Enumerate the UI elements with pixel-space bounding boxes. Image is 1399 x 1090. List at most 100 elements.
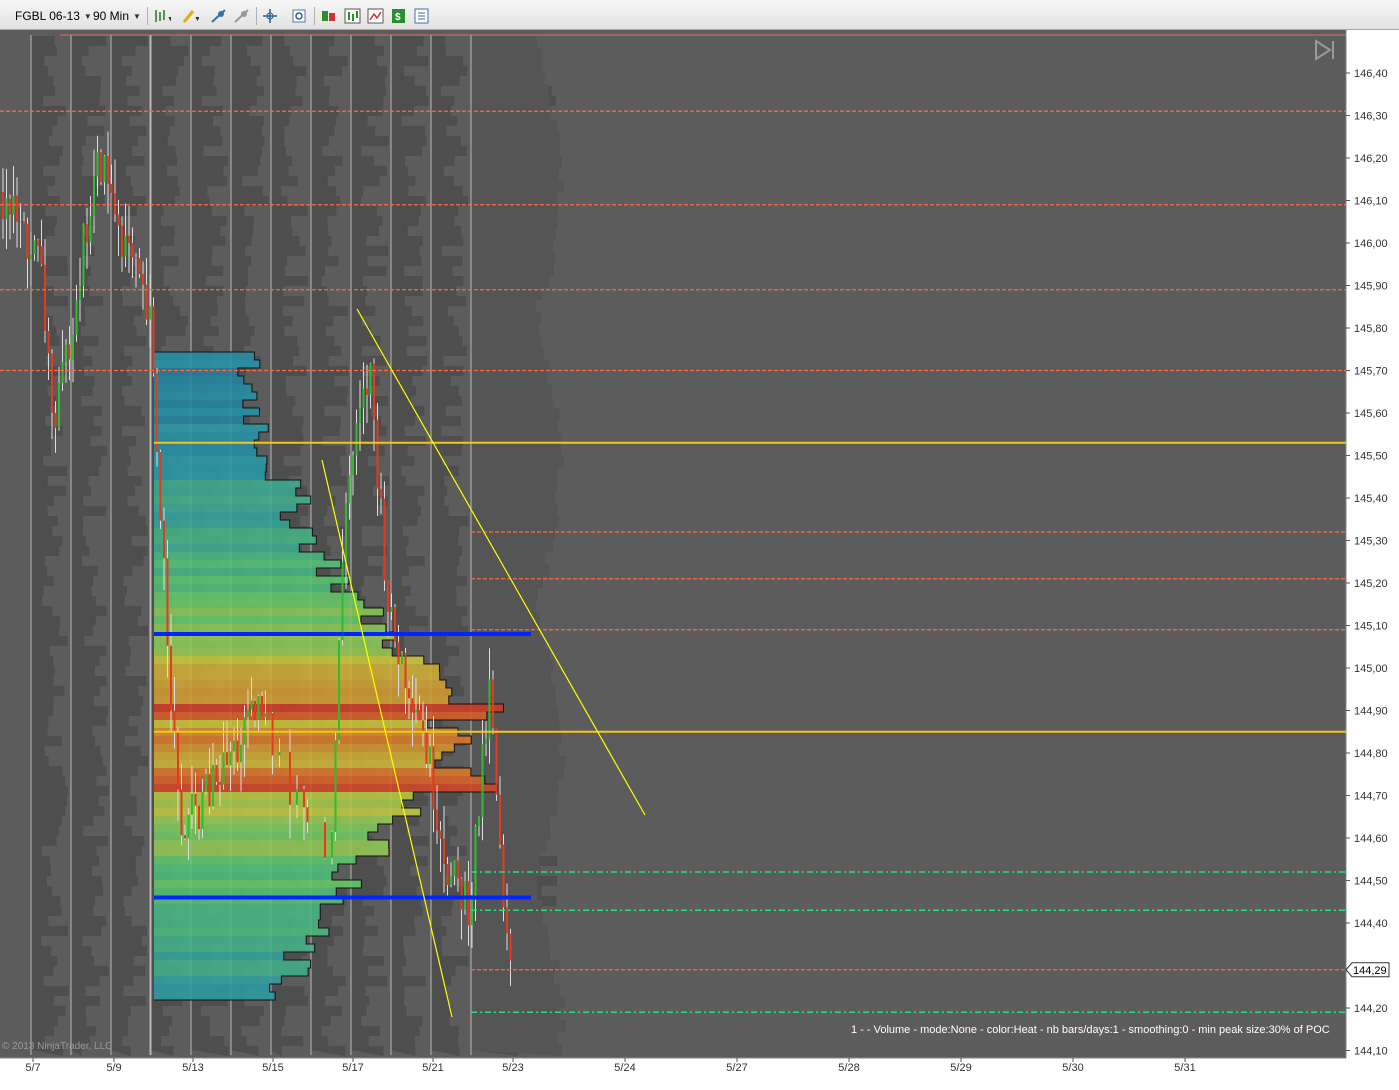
candle-body: [65, 344, 67, 363]
candle-body: [194, 793, 197, 806]
candle-body: [453, 860, 456, 877]
x-tick-label: 5/7: [25, 1062, 40, 1074]
candle-body: [250, 700, 253, 710]
candle-body: [404, 652, 407, 689]
candle-body: [306, 807, 309, 823]
x-tick-label: 5/29: [950, 1062, 971, 1074]
candle-body: [180, 789, 183, 836]
drawing-pencil-icon[interactable]: ▼: [181, 7, 199, 25]
chart-canvas[interactable]: 146,40 146,30 146,20 146,10 146,00 145,90 145,…: [0, 30, 1399, 1085]
zoom-icon[interactable]: [291, 7, 309, 25]
candle-body: [341, 561, 344, 641]
profile-row: [154, 480, 301, 488]
candle-body: [359, 407, 361, 424]
candle-body: [296, 789, 298, 805]
x-tick-label: 5/21: [422, 1062, 443, 1074]
candle-body: [30, 254, 32, 259]
y-tick-label: 144,80: [1354, 748, 1388, 760]
y-tick-label: 145,90: [1354, 281, 1388, 293]
chevron-down-icon: ▼: [83, 11, 92, 21]
candle-body: [68, 344, 71, 360]
trade-money-icon[interactable]: $: [390, 7, 408, 25]
profile-row: [154, 408, 260, 416]
profile-row: [154, 768, 471, 776]
candle-body: [264, 713, 267, 717]
profile-row: [154, 672, 440, 680]
x-tick-label: 5/17: [342, 1062, 363, 1074]
y-tick-label: 146,00: [1354, 238, 1388, 250]
profile-row: [154, 752, 442, 760]
price-chart[interactable]: 146,40 146,30 146,20 146,10 146,00 145,90 145,…: [0, 30, 1399, 1085]
candle-body: [415, 710, 417, 713]
x-tick-label: 5/27: [726, 1062, 747, 1074]
profile-row: [154, 352, 255, 360]
candle-body: [485, 739, 487, 745]
profile-row: [154, 696, 449, 704]
candle-body: [61, 362, 64, 383]
candle-body: [334, 740, 337, 832]
candle-body: [9, 198, 11, 215]
last-price-label: 144,29: [1353, 965, 1387, 977]
crosshair-icon[interactable]: ▼: [262, 7, 280, 25]
candle-body: [215, 765, 218, 782]
profile-row: [154, 360, 260, 368]
y-tick-label: 144,40: [1354, 918, 1388, 930]
interval-label: 90 Min: [93, 9, 130, 23]
profile-row: [154, 712, 487, 720]
profile-row: [154, 536, 317, 544]
candle-body: [257, 696, 260, 721]
profile-row: [154, 504, 297, 512]
interval-selector[interactable]: 90 Min ▼: [93, 7, 141, 25]
candle-body: [457, 860, 459, 879]
candle-body: [345, 503, 347, 562]
profile-row: [154, 704, 504, 712]
candle-body: [478, 816, 480, 827]
profile-row: [154, 656, 424, 664]
y-tick-label: 145,60: [1354, 408, 1388, 420]
profile-row: [154, 488, 296, 496]
candle-body: [254, 700, 256, 721]
candle-body: [135, 257, 137, 259]
candle-body: [229, 751, 232, 766]
profile-row: [154, 968, 309, 976]
candle-body: [247, 709, 249, 718]
candle-body: [464, 881, 466, 910]
profile-row: [154, 608, 384, 616]
profile-row: [154, 472, 266, 480]
instrument-selector[interactable]: FGBL 06-13 ▼: [15, 7, 92, 25]
profile-row: [154, 528, 313, 536]
candle-body: [338, 640, 340, 741]
properties-icon[interactable]: [413, 7, 431, 25]
candle-body: [390, 607, 393, 612]
snap-on-icon[interactable]: [210, 7, 228, 25]
candle-body: [72, 334, 74, 360]
candle-body: [271, 713, 274, 756]
strategies-icon[interactable]: [320, 7, 338, 25]
candle-body: [352, 455, 354, 476]
indicators-icon[interactable]: [344, 7, 362, 25]
bar-type-icon[interactable]: ▼: [153, 7, 171, 25]
candle-body: [429, 746, 431, 765]
chart-style-icon[interactable]: [367, 7, 385, 25]
y-tick-label: 146,40: [1354, 68, 1388, 80]
candle-body: [124, 235, 127, 257]
y-tick-label: 144,60: [1354, 833, 1388, 845]
profile-row: [154, 568, 317, 576]
snap-off-icon[interactable]: [233, 7, 251, 25]
y-tick-label: 145,70: [1354, 366, 1388, 378]
profile-row: [154, 600, 364, 608]
profile-row: [154, 928, 329, 936]
candle-body: [187, 814, 190, 839]
candle-body: [128, 235, 130, 243]
profile-row: [154, 976, 282, 984]
profile-row: [154, 816, 393, 824]
candle-body: [418, 710, 421, 721]
candle-body: [355, 423, 358, 456]
candle-body: [369, 363, 372, 395]
profile-row: [154, 872, 333, 880]
profile-row: [154, 736, 472, 744]
profile-row: [154, 808, 421, 816]
candle-body: [142, 274, 144, 285]
candle-body: [40, 246, 43, 265]
x-tick-label: 5/15: [262, 1062, 283, 1074]
